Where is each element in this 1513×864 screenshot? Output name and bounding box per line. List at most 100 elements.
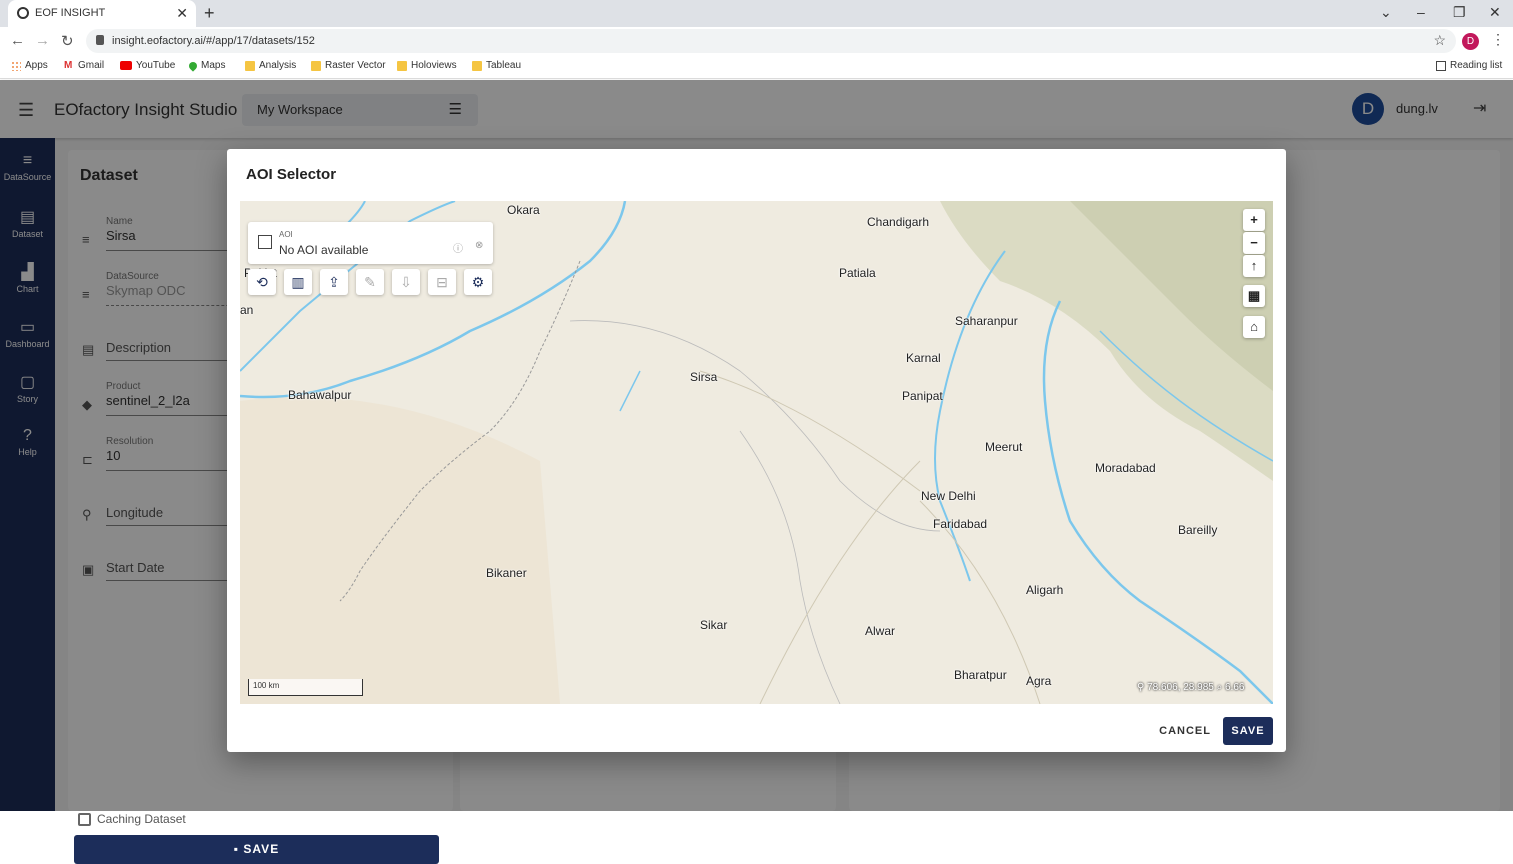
place-label: Faridabad <box>933 517 988 531</box>
close-tab-icon[interactable]: ✕ <box>176 5 188 22</box>
place-label: Bharatpur <box>954 668 1007 682</box>
tab-search-icon[interactable]: ⌄ <box>1380 4 1392 21</box>
reading-list-label: Reading list <box>1450 60 1503 71</box>
file-upload-icon: ⇪ <box>328 274 340 290</box>
reload-icon[interactable]: ↻ <box>61 32 74 50</box>
file-download-icon: ⇩ <box>400 274 412 290</box>
aoi-select-field[interactable]: AOI No AOI available ⓘ ⊗ <box>248 222 493 264</box>
settings-tool[interactable]: ⚙ <box>464 269 492 295</box>
bookmark-star-icon[interactable]: ☆ <box>1433 32 1446 49</box>
bookmark-apps[interactable]: Apps <box>11 60 48 71</box>
reading-list-button[interactable]: Reading list <box>1436 60 1502 71</box>
folder-icon <box>245 60 255 71</box>
bookmark-maps[interactable]: Maps <box>187 59 226 72</box>
upload-file-tool[interactable]: ⇪ <box>320 269 348 295</box>
road <box>699 370 921 492</box>
aoi-value: No AOI available <box>279 243 369 257</box>
maps-icon <box>187 59 199 72</box>
place-label: Patiala <box>839 266 876 280</box>
place-label: Karnal <box>906 351 941 365</box>
zoom-out-button[interactable]: − <box>1243 232 1265 254</box>
bookmark-label: Tableau <box>486 60 522 71</box>
map-icon: ▥ <box>291 274 305 290</box>
profile-avatar[interactable]: D <box>1462 33 1479 50</box>
select-map-tool[interactable]: ▥ <box>284 269 312 295</box>
place-label: an <box>240 303 254 317</box>
checkbox-label: Caching Dataset <box>97 812 186 826</box>
address-bar[interactable]: insight.eofactory.ai/#/app/17/datasets/1… <box>86 29 1456 53</box>
bookmark-youtube[interactable]: YouTube <box>120 60 175 71</box>
clear-icon[interactable]: ⊗ <box>475 240 483 251</box>
river <box>619 370 641 412</box>
place-label: New Delhi <box>921 489 976 503</box>
bookmark-holoviews[interactable]: Holoviews <box>397 60 457 71</box>
aoi-label: AOI <box>279 230 293 239</box>
place-label: Saharanpur <box>955 314 1018 328</box>
pencil-icon: ✎ <box>364 274 376 290</box>
bookmark-raster-vector[interactable]: Raster Vector <box>311 60 386 71</box>
polygon-draw-icon: ⟲ <box>256 274 268 290</box>
folder-icon <box>311 60 321 71</box>
draw-polygon-tool[interactable]: ⟲ <box>248 269 276 295</box>
bookmark-label: Maps <box>201 60 226 71</box>
home-button[interactable]: ⌂ <box>1243 316 1265 338</box>
bookmark-gmail[interactable]: M Gmail <box>64 60 104 71</box>
new-tab-button[interactable]: + <box>204 3 215 24</box>
bookmark-label: YouTube <box>136 60 176 71</box>
minimize-icon[interactable]: – <box>1417 4 1425 20</box>
scale-bar: 100 km <box>248 679 363 696</box>
folder-icon <box>397 60 407 71</box>
browser-tab-bar: EOF INSIGHT ✕ + ⌄ – ❐ ✕ <box>0 0 1513 27</box>
bookmark-label: Holoviews <box>411 60 457 71</box>
coordinates-readout: ⚲ 78.606, 28.985 ⌕ 6.66 <box>1137 682 1245 693</box>
reading-list-icon <box>1436 60 1446 71</box>
state-border <box>739 430 841 704</box>
button-label: SAVE <box>243 842 280 856</box>
apps-grid-icon <box>11 60 21 71</box>
restore-icon[interactable]: ❐ <box>1453 4 1466 21</box>
site-favicon-icon <box>17 7 29 19</box>
gear-icon: ⚙ <box>471 274 485 290</box>
place-label: Bahawalpur <box>288 388 352 402</box>
storage-tool[interactable]: ⊟ <box>428 269 456 295</box>
browser-tab[interactable]: EOF INSIGHT ✕ <box>8 0 196 27</box>
zoom-in-button[interactable]: + <box>1243 209 1265 231</box>
place-label: Alwar <box>865 624 896 638</box>
browser-menu-icon[interactable]: ⋮ <box>1491 31 1505 48</box>
map-view[interactable]: Okara Chandigarh Patiala Saharanpur Karn… <box>240 201 1273 704</box>
bookmark-tableau[interactable]: Tableau <box>472 60 521 71</box>
bookmark-label: Apps <box>25 60 48 71</box>
place-label: Panipat <box>902 389 943 403</box>
cancel-button[interactable]: CANCEL <box>1147 717 1211 745</box>
save-icon: ▪ <box>233 842 240 856</box>
grid-icon: ▦ <box>1247 288 1261 303</box>
plus-icon: + <box>1250 212 1258 227</box>
place-label: Sikar <box>700 618 728 632</box>
download-tool[interactable]: ⇩ <box>392 269 420 295</box>
archive-icon: ⊟ <box>436 274 448 290</box>
back-icon[interactable]: ← <box>10 32 25 49</box>
road <box>759 460 921 704</box>
place-label: Agra <box>1026 674 1052 688</box>
edit-tool[interactable]: ✎ <box>356 269 384 295</box>
close-window-icon[interactable]: ✕ <box>1489 4 1501 21</box>
place-label: Sirsa <box>690 370 718 384</box>
save-button[interactable]: SAVE <box>1223 717 1273 745</box>
caching-dataset-checkbox[interactable]: Caching Dataset <box>78 812 186 826</box>
dataset-save-button[interactable]: ▪ SAVE <box>74 835 439 864</box>
basemap-switch-button[interactable]: ▦ <box>1243 285 1265 307</box>
compass-icon: ↑ <box>1250 258 1258 273</box>
minus-icon: − <box>1250 235 1258 250</box>
bookmark-analysis[interactable]: Analysis <box>245 60 296 71</box>
forward-icon[interactable]: → <box>35 32 50 49</box>
bookmarks-bar: Apps M Gmail YouTube Maps Analysis Raste… <box>0 55 1513 79</box>
place-label: Aligarh <box>1026 583 1064 597</box>
reset-bearing-button[interactable]: ↑ <box>1243 255 1265 277</box>
browser-toolbar: ← → ↻ insight.eofactory.ai/#/app/17/data… <box>0 27 1513 55</box>
youtube-icon <box>120 61 132 70</box>
bookmark-label: Analysis <box>259 60 297 71</box>
info-icon[interactable]: ⓘ <box>453 240 463 255</box>
place-label: Moradabad <box>1095 461 1156 475</box>
checkbox-icon <box>78 812 91 826</box>
aoi-selector-dialog: AOI Selector Okara Chandigarh Patiala Sa… <box>227 149 1286 752</box>
